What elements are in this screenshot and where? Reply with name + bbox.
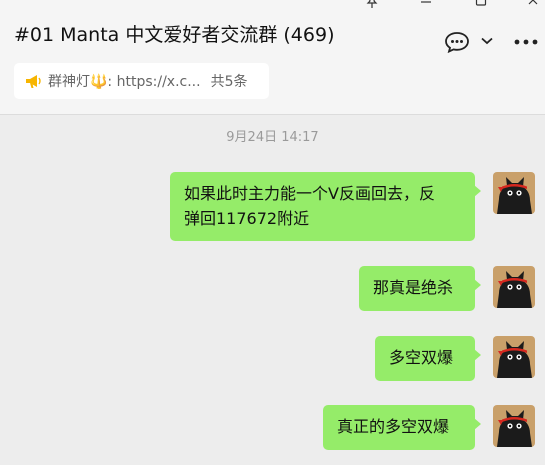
message-bubble[interactable]: 多空双爆: [375, 336, 481, 381]
notice-count: 共5条: [210, 74, 248, 90]
more-horizontal-icon[interactable]: [512, 36, 540, 48]
maximize-icon[interactable]: [466, 0, 496, 10]
avatar[interactable]: [493, 405, 535, 447]
megaphone-icon: [24, 73, 42, 89]
chat-bubble-icon[interactable]: [443, 30, 471, 54]
message-text: 多空双爆: [389, 348, 454, 367]
message-row: 如果此时主力能一个V反画回去，反 弹回117672附近: [170, 172, 535, 241]
message-timestamp: 9月24日 14:17: [226, 130, 319, 145]
group-notice-bar[interactable]: 群神灯🔱: https://x.c... 共5条: [14, 63, 269, 99]
message-bubble[interactable]: 那真是绝杀: [359, 266, 481, 311]
minimize-icon[interactable]: [411, 0, 441, 10]
chat-title[interactable]: #01 Manta 中文爱好者交流群 (469): [14, 22, 334, 48]
header-divider: [0, 114, 545, 115]
message-row: 那真是绝杀: [359, 266, 535, 311]
message-text: 真正的多空双爆: [337, 417, 450, 436]
pin-icon[interactable]: [357, 0, 387, 10]
chat-header: #01 Manta 中文爱好者交流群 (469) 群神灯🔱: https://x…: [0, 0, 545, 115]
message-text: 那真是绝杀: [373, 278, 454, 297]
notice-text: 群神灯🔱: https://x.c...: [48, 74, 201, 90]
avatar[interactable]: [493, 266, 535, 308]
close-icon[interactable]: [518, 0, 545, 10]
message-row: 真正的多空双爆: [323, 405, 535, 450]
message-text-line: 弹回117672附近: [184, 209, 310, 228]
message-bubble[interactable]: 真正的多空双爆: [323, 405, 481, 450]
message-row: 多空双爆: [375, 336, 535, 381]
avatar[interactable]: [493, 172, 535, 214]
message-text-line: 如果此时主力能一个V反画回去，反: [184, 184, 435, 203]
chevron-down-icon[interactable]: [479, 34, 495, 48]
avatar[interactable]: [493, 336, 535, 378]
message-bubble[interactable]: 如果此时主力能一个V反画回去，反 弹回117672附近: [170, 172, 481, 241]
